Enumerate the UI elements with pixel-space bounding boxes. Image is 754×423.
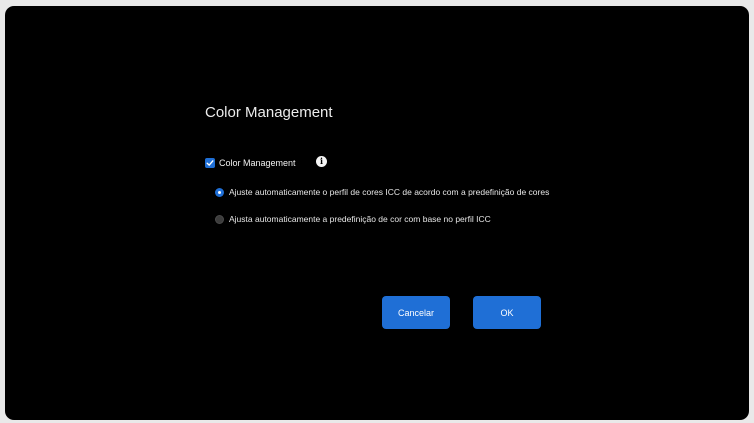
radio-button-selected[interactable] — [215, 187, 224, 197]
ok-button[interactable]: OK — [473, 296, 541, 329]
color-management-checkbox[interactable] — [205, 158, 215, 168]
radio-option-preset-by-icc[interactable]: Ajusta automaticamente a predefinição de… — [215, 213, 491, 225]
cancel-button[interactable]: Cancelar — [382, 296, 450, 329]
info-icon[interactable]: i — [316, 156, 327, 167]
color-management-dialog: Color Management Color Management i Ajus… — [5, 6, 749, 420]
page-title: Color Management — [205, 104, 333, 121]
color-management-checkbox-label: Color Management — [219, 158, 296, 168]
radio-option-label: Ajusta automaticamente a predefinição de… — [229, 214, 491, 224]
radio-button-unselected[interactable] — [215, 214, 224, 224]
radio-option-icc-by-preset[interactable]: Ajuste automaticamente o perfil de cores… — [215, 186, 549, 198]
radio-option-label: Ajuste automaticamente o perfil de cores… — [229, 187, 550, 197]
color-management-checkbox-row[interactable]: Color Management — [205, 156, 296, 170]
checkmark-icon — [206, 160, 214, 166]
